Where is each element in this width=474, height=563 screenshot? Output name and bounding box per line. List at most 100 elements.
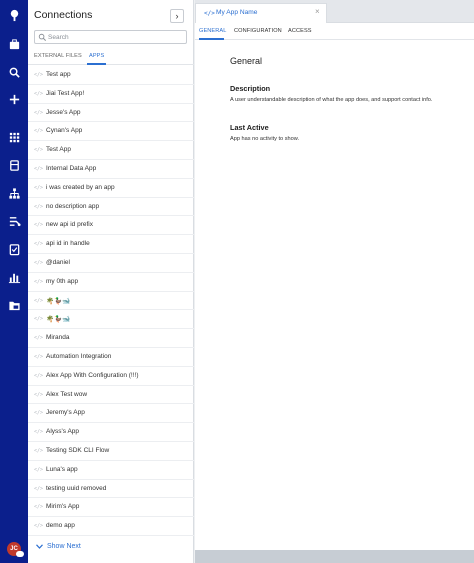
list-item-label: @daniel [46,258,70,266]
panel-title: Connections [34,9,93,21]
list-item-label: 🌴🦆🐋 [46,297,71,305]
search-icon [38,33,47,42]
list-item-label: Jiai Test App! [46,89,85,97]
connections-panel: Connections › EXTERNAL FILES APPS </>Tes… [28,0,194,563]
list-item[interactable]: </> demo app [28,517,194,536]
list-item-label: Test App [46,146,71,154]
code-icon: </> [34,523,44,530]
code-icon: </> [34,222,44,229]
list-item-label: Cynan's App [46,127,83,135]
code-icon: </> [34,391,44,398]
description-heading: Description [230,84,271,93]
list-item-label: Luna's app [46,465,78,473]
code-icon: </> [34,128,44,135]
list-item-label: Miranda [46,334,70,342]
briefcase-icon[interactable] [7,37,21,51]
code-icon: </> [34,203,44,210]
code-icon: </> [34,429,44,436]
list-item[interactable]: </> Mirim's App [28,498,194,518]
list-item-label: Alyss's App [46,428,80,436]
list-item-label: 🌴🦆🐋 [46,316,71,324]
list-item[interactable]: </> api id in handle [28,235,194,254]
collapse-panel-button[interactable]: › [170,9,184,23]
list-item[interactable]: </> Jiai Test App! [28,85,194,104]
search-box[interactable] [34,30,187,44]
list-item-label: Mirim's App [46,503,80,511]
hierarchy-icon[interactable] [7,186,21,200]
list-item[interactable]: </> 🌴🦆🐋 [28,292,194,311]
list-item[interactable]: </> Automation Integration [28,348,194,367]
search-input[interactable] [48,32,183,43]
code-icon: </> [34,259,44,266]
tab-access[interactable]: ACCESS [288,28,312,34]
cloud-badge-icon [16,551,24,557]
list-item-label: Internal Data App [46,164,97,172]
logo-icon[interactable] [7,8,21,22]
tab-general[interactable]: GENERAL [199,28,226,34]
code-icon: </> [34,297,44,304]
checklist-icon[interactable] [7,242,21,256]
tab-configuration[interactable]: CONFIGURATION [234,28,282,34]
code-icon: </> [34,165,44,172]
code-icon: </> [34,447,44,454]
show-next-button[interactable]: Show Next [36,543,81,550]
list-item[interactable]: </> Testing SDK CLI Flow [28,442,194,461]
list-item-label: demo app [46,522,75,530]
folder-icon[interactable] [7,298,21,312]
last-active-text: App has no activity to show. [230,136,300,142]
code-icon: </> [34,184,44,191]
active-tab-indicator [87,63,106,65]
list-item-label: my 0th app [46,277,79,285]
code-icon: </> [34,335,44,342]
code-icon: </> [34,410,44,417]
tab-external-files[interactable]: EXTERNAL FILES [34,53,82,59]
list-item[interactable]: </> Miranda [28,329,194,348]
list-item-label: Test app [46,71,71,78]
list-item[interactable]: </> Alyss's App [28,423,194,442]
show-next-label: Show Next [47,543,81,550]
list-item[interactable]: </> Jesse's App [28,104,194,123]
search-icon[interactable] [7,65,21,79]
list-item[interactable]: </> Alex Test wow [28,386,194,405]
chart-icon[interactable] [7,270,21,284]
code-icon: </> [34,316,44,323]
list-item-label: Testing SDK CLI Flow [46,446,110,454]
list-item-label: Jesse's App [46,108,81,116]
code-icon: </> [34,372,44,379]
list-item[interactable]: </> Jeremy's App [28,404,194,424]
code-icon: </> [34,485,44,492]
list-item-label: i was created by an app [46,183,115,191]
list-item-label: Automation Integration [46,352,112,360]
list-item[interactable]: </> Test App [28,141,194,160]
list-item-label: api id in handle [46,240,90,248]
last-active-heading: Last Active [230,123,269,132]
list-item-label: Jeremy's App [46,409,85,417]
list-item[interactable]: </> no description app [28,198,194,217]
list-item[interactable]: </> Cynan's App [28,122,194,142]
list-item[interactable]: </> i was created by an app [28,179,194,198]
grid-icon[interactable] [7,130,21,144]
tab-apps[interactable]: APPS [89,53,104,59]
code-icon: </> [34,353,44,360]
plus-icon[interactable] [7,92,21,106]
document-tab[interactable]: </> My App Name × [195,3,327,23]
close-icon[interactable]: × [315,7,320,16]
list-item[interactable]: </> Internal Data App [28,160,194,179]
flow-icon[interactable] [7,214,21,228]
list-item[interactable]: </> Alex App With Configuration (!!!) [28,367,194,386]
list-item[interactable]: </> new api id prefix [28,216,194,236]
list-item[interactable]: </> Luna's app [28,461,194,480]
code-icon: </> [34,147,44,154]
code-icon: </> [34,466,44,473]
code-icon: </> [34,241,44,248]
list-item-label: Alex App With Configuration (!!!) [46,371,139,379]
list-item-label: new api id prefix [46,221,93,229]
list-item[interactable]: </> Test app [28,66,194,85]
list-item[interactable]: </> 🌴🦆🐋 [28,310,194,330]
code-icon: </> [204,10,215,17]
list-item[interactable]: </> testing uuid removed [28,480,194,499]
database-icon[interactable] [7,158,21,172]
code-icon: </> [34,109,44,116]
list-item[interactable]: </> my 0th app [28,273,194,292]
list-item[interactable]: </> @daniel [28,254,194,273]
